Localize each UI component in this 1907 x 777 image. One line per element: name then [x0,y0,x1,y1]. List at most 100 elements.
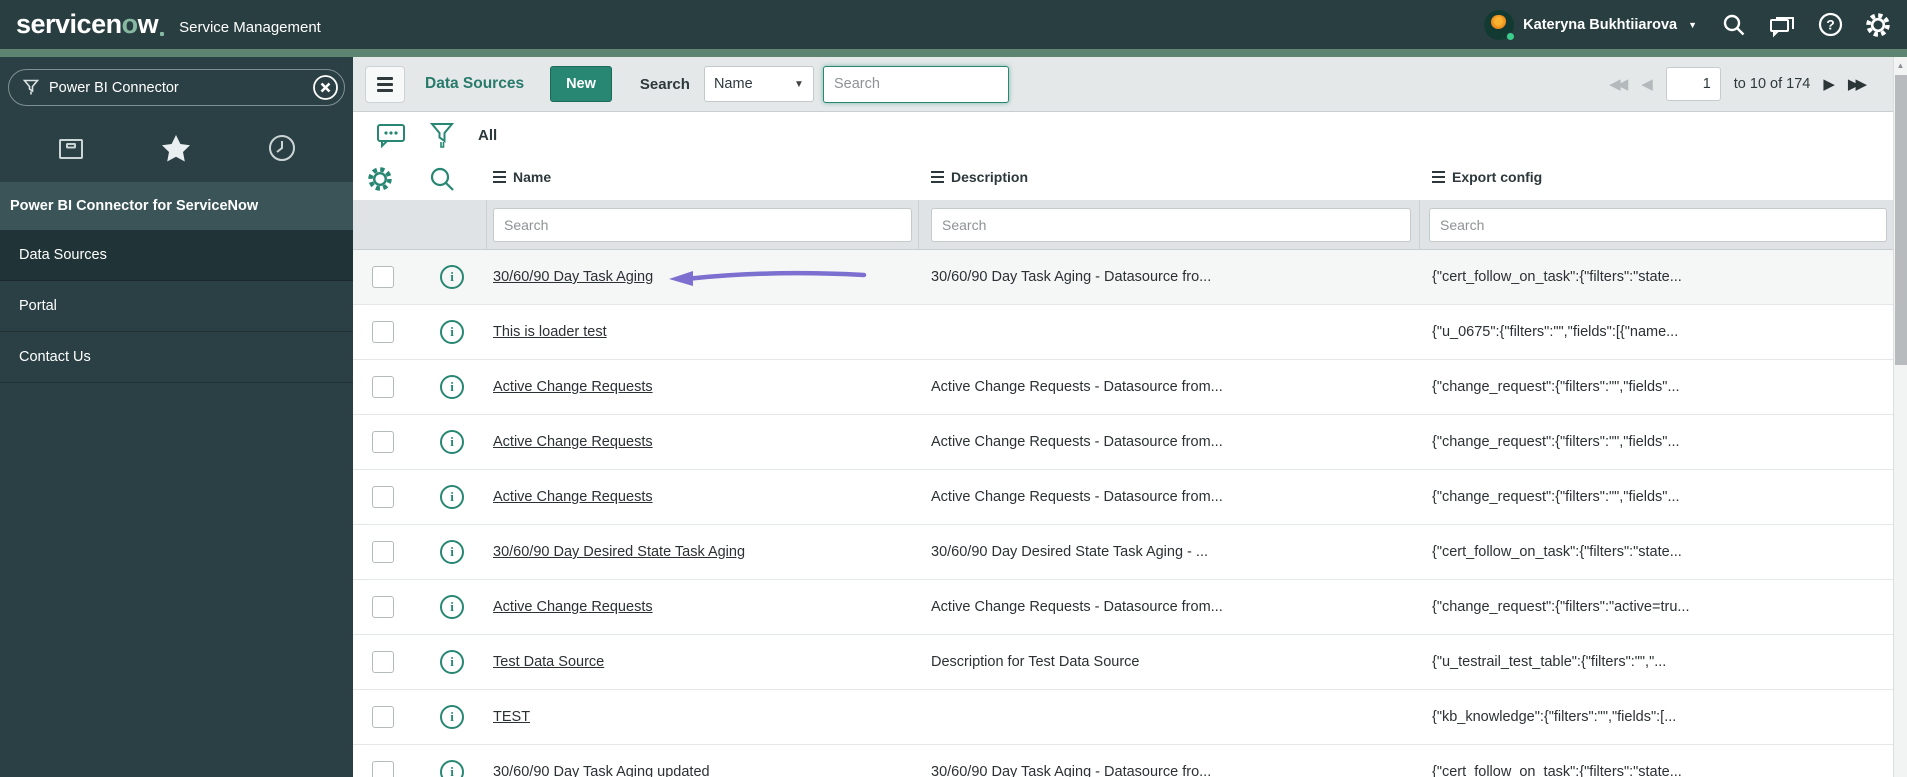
row-export-config: {"cert_follow_on_task":{"filters":"state… [1432,544,1682,560]
row-checkbox[interactable] [372,541,394,563]
row-checkbox[interactable] [372,596,394,618]
vertical-scrollbar[interactable]: ▲ [1893,57,1907,777]
row-export-config: {"change_request":{"filters":"","fields"… [1432,379,1680,395]
filter-builder-icon[interactable] [429,122,455,149]
row-name-link[interactable]: Test Data Source [493,635,604,690]
column-header-description[interactable]: Description [931,169,1028,185]
column-search-toggle-icon[interactable] [429,166,455,192]
table-row: i Active Change Requests Active Change R… [353,415,1893,470]
info-icon[interactable]: i [440,760,464,777]
personalize-list-gear-icon[interactable] [367,166,393,192]
info-icon[interactable]: i [440,375,464,399]
history-tab[interactable] [252,134,312,162]
row-export-config: {"u_0675":{"filters":"","fields":[{"name… [1432,324,1679,340]
info-icon[interactable]: i [440,650,464,674]
new-record-button[interactable]: New [550,66,612,102]
list-title[interactable]: Data Sources [425,75,524,93]
column-header-export-config[interactable]: Export config [1432,169,1542,185]
column-header-row: Name Description Export config [353,158,1893,200]
navigator-filter-input[interactable] [49,79,312,96]
info-icon[interactable]: i [440,595,464,619]
help-icon[interactable]: ? [1817,12,1843,38]
row-description: Active Change Requests - Datasource from… [931,379,1223,395]
row-checkbox[interactable] [372,761,394,777]
info-icon[interactable]: i [440,485,464,509]
list-chat-icon[interactable] [376,122,406,149]
first-page-button[interactable]: ◀◀ [1609,75,1628,93]
sidebar-item-contact-us[interactable]: Contact Us [0,332,353,383]
row-checkbox[interactable] [372,486,394,508]
row-description: 30/60/90 Day Task Aging - Datasource fro… [931,269,1212,285]
info-icon[interactable]: i [440,430,464,454]
next-page-button[interactable]: ▶ [1823,75,1835,93]
description-column-search-input[interactable] [931,208,1411,242]
archive-box-icon [58,139,83,159]
row-checkbox[interactable] [372,321,394,343]
row-export-config: {"kb_knowledge":{"filters":"","fields":[… [1432,709,1677,725]
row-export-config: {"u_testrail_test_table":{"filters":"","… [1432,654,1667,670]
row-name-link[interactable]: 30/60/90 Day Task Aging [493,250,653,305]
application-navigator: Power BI Connector for ServiceNow Data S… [0,57,353,777]
row-description: 30/60/90 Day Task Aging - Datasource fro… [931,764,1212,777]
last-page-button[interactable]: ▶▶ [1848,75,1867,93]
column-header-name[interactable]: Name [493,169,551,185]
gear-icon[interactable] [1865,12,1891,38]
row-name-link[interactable]: TEST [493,690,530,745]
row-name-link[interactable]: Active Change Requests [493,360,653,415]
row-checkbox[interactable] [372,376,394,398]
global-search-icon[interactable] [1721,12,1747,38]
row-name-link[interactable]: Active Change Requests [493,415,653,470]
clear-filter-icon[interactable] [312,74,339,101]
table-row: i Active Change Requests Active Change R… [353,360,1893,415]
row-checkbox[interactable] [372,706,394,728]
navigator-tabs [0,132,353,164]
column-menu-icon [1432,170,1445,184]
row-name-link[interactable]: 30/60/90 Day Task Aging updated [493,745,710,777]
row-name-link[interactable]: Active Change Requests [493,580,653,635]
servicenow-logo[interactable]: servicen o w [16,9,165,40]
search-field-select[interactable]: Name ▼ [703,66,814,102]
pagination: ◀◀ ◀ to 10 of 174 ▶ ▶▶ [1609,67,1867,101]
row-checkbox[interactable] [372,266,394,288]
row-export-config: {"change_request":{"filters":"","fields"… [1432,434,1680,450]
breadcrumb-all[interactable]: All [478,127,497,144]
servicenow-app: servicen o w Service Management Kateryna B… [0,0,1907,777]
sidebar-item-data-sources[interactable]: Data Sources [0,230,353,281]
column-menu-icon [931,170,944,184]
info-icon[interactable]: i [440,320,464,344]
chevron-down-icon: ▼ [1688,19,1697,30]
scrollbar-thumb[interactable] [1895,75,1907,365]
all-applications-tab[interactable] [41,135,101,161]
export-config-column-search-input[interactable] [1429,208,1887,242]
row-name-link[interactable]: This is loader test [493,305,607,360]
row-checkbox[interactable] [372,431,394,453]
name-column-search-input[interactable] [493,208,912,242]
table-row: i Active Change Requests Active Change R… [353,580,1893,635]
row-name-link[interactable]: 30/60/90 Day Desired State Task Aging [493,525,745,580]
scroll-up-arrow[interactable]: ▲ [1894,57,1907,73]
navigator-filter-box[interactable] [8,69,345,106]
presence-status-dot [1506,31,1516,41]
connect-chat-icon[interactable] [1769,12,1795,38]
row-description: Description for Test Data Source [931,654,1140,670]
row-description: 30/60/90 Day Desired State Task Aging - … [931,544,1209,560]
row-name-link[interactable]: Active Change Requests [493,470,653,525]
sidebar-item-portal[interactable]: Portal [0,281,353,332]
list-search-input[interactable] [822,65,1009,103]
info-icon[interactable]: i [440,540,464,564]
current-page-input[interactable] [1665,67,1721,101]
logo-o-mark: o [121,9,139,39]
pagination-range-text: to 10 of 174 [1733,76,1811,92]
row-export-config: {"change_request":{"filters":"active=tru… [1432,599,1690,615]
favorites-tab[interactable] [146,134,206,162]
info-icon[interactable]: i [440,705,464,729]
table-row: i 30/60/90 Day Desired State Task Aging … [353,525,1893,580]
list-context-menu-button[interactable] [365,65,405,103]
user-menu[interactable]: Kateryna Bukhtiiarova ▼ [1484,9,1697,41]
select-caret-icon: ▼ [794,78,804,90]
previous-page-button[interactable]: ◀ [1641,75,1653,93]
application-title[interactable]: Power BI Connector for ServiceNow [0,182,353,230]
row-checkbox[interactable] [372,651,394,673]
info-icon[interactable]: i [440,265,464,289]
logo-trademark-dot [160,32,165,36]
